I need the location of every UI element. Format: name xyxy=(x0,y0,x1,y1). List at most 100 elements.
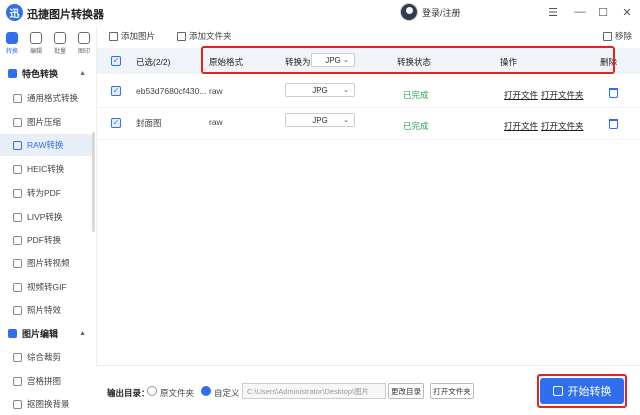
remove-button[interactable]: 移除 xyxy=(603,30,632,42)
sidebar-item-heic[interactable]: HEIC转换 xyxy=(0,158,94,180)
open-folder-link[interactable]: 打开文件夹 xyxy=(541,89,584,101)
delete-row-icon[interactable] xyxy=(609,119,618,129)
output-dir-label: 输出目录： xyxy=(107,388,150,398)
selected-count: 已选(2/2) xyxy=(136,57,171,67)
item-icon xyxy=(13,212,22,222)
item-icon xyxy=(13,258,22,268)
convert-to-select[interactable]: JPG ⌄ xyxy=(285,83,355,97)
sidebar-item-photo-effects[interactable]: 照片特效 xyxy=(0,299,94,321)
sidebar-item-label: 照片特效 xyxy=(27,305,62,315)
file-name: 封面图 xyxy=(136,118,162,128)
output-path-field[interactable]: C:\Users\Administrator\Desktop\图片 xyxy=(242,383,386,399)
row-checkbox[interactable]: ✓ xyxy=(111,86,121,96)
radio-custom[interactable] xyxy=(201,386,211,396)
watermark-icon xyxy=(78,31,90,44)
section-label: 特色转换 xyxy=(22,68,59,79)
sidebar-item-label: HEIC转换 xyxy=(27,164,65,174)
sidebar-item-label: 转为PDF xyxy=(27,188,62,198)
file-name: eb53d7680cf430... xyxy=(136,86,207,96)
add-image-label: 添加图片 xyxy=(121,31,156,41)
tab-label: 批量 xyxy=(53,48,66,55)
trash-icon xyxy=(603,31,612,41)
select-all-checkbox[interactable]: ✓ xyxy=(111,56,121,66)
open-folder-link[interactable]: 打开文件夹 xyxy=(541,120,584,132)
radio-source-label: 原文件夹 xyxy=(160,388,195,398)
sidebar-item-label: 宫格拼图 xyxy=(27,376,62,386)
sidebar-item-label: 视频转GIF xyxy=(27,282,67,292)
item-icon xyxy=(13,305,22,315)
sidebar-item-general-convert[interactable]: 通用格式转换 xyxy=(0,87,94,109)
tab-label: 编辑 xyxy=(29,48,42,55)
chevron-down-icon: ⌄ xyxy=(343,87,349,94)
add-folder-label: 添加文件夹 xyxy=(189,31,232,41)
select-value: JPG xyxy=(312,115,328,125)
item-icon xyxy=(13,188,22,198)
highlight-box-start xyxy=(537,374,627,408)
row-checkbox[interactable]: ✓ xyxy=(111,118,121,128)
sidebar-item-cutout[interactable]: 抠图换背景 xyxy=(0,393,94,415)
user-avatar-icon[interactable] xyxy=(400,3,418,21)
sidebar-item-crop[interactable]: 综合裁剪 xyxy=(0,346,94,368)
sidebar-section-image-edit[interactable]: 图片编辑 ▲ xyxy=(0,322,94,344)
sidebar-scrollbar[interactable] xyxy=(92,132,95,232)
select-value: JPG xyxy=(312,85,328,95)
sidebar-item-to-pdf[interactable]: 转为PDF xyxy=(0,182,94,204)
item-icon xyxy=(13,235,22,245)
sidebar-item-livp[interactable]: LIVP转换 xyxy=(0,206,94,228)
table-row: ✓ 封面图 raw JPG ⌄ 已完成 打开文件 打开文件夹 xyxy=(97,108,640,140)
add-folder-button[interactable]: 添加文件夹 xyxy=(177,30,232,42)
sidebar-item-grid-collage[interactable]: 宫格拼图 xyxy=(0,370,94,392)
tab-edit[interactable]: 编辑 xyxy=(24,26,48,60)
radio-source-folder[interactable] xyxy=(147,386,157,396)
section-icon xyxy=(8,68,17,78)
sidebar-item-pdf-convert[interactable]: PDF转换 xyxy=(0,229,94,251)
sidebar-item-video-to-gif[interactable]: 视频转GIF xyxy=(0,276,94,298)
login-area[interactable]: 登录/注册 xyxy=(400,3,461,21)
menu-icon[interactable]: ☰ xyxy=(546,5,560,19)
login-link[interactable]: 登录/注册 xyxy=(422,6,461,19)
sidebar: 特色转换 ▲ 通用格式转换 图片压缩 RAW转换 HEIC转换 转为PDF LI… xyxy=(0,60,96,415)
add-image-button[interactable]: 添加图片 xyxy=(109,30,155,42)
tab-watermark[interactable]: 图印 xyxy=(72,26,96,60)
sidebar-item-label: PDF转换 xyxy=(27,235,62,245)
item-icon xyxy=(13,93,22,103)
change-dir-button[interactable]: 更改目录 xyxy=(388,383,424,399)
sidebar-item-label: 抠图换背景 xyxy=(27,399,70,409)
edit-icon xyxy=(30,31,42,44)
sidebar-item-raw[interactable]: RAW转换 xyxy=(0,134,94,156)
open-file-link[interactable]: 打开文件 xyxy=(504,120,538,132)
tab-label: 转换 xyxy=(5,48,18,55)
table-row: ✓ eb53d7680cf430... raw JPG ⌄ 已完成 打开文件 打… xyxy=(97,76,640,108)
item-icon xyxy=(13,164,22,174)
app-title: 迅捷图片转换器 xyxy=(27,9,104,21)
section-icon xyxy=(8,328,17,338)
sidebar-item-compress[interactable]: 图片压缩 xyxy=(0,111,94,133)
top-nav-tabs: 转换 编辑 批量 图印 xyxy=(0,26,96,60)
collapse-icon[interactable]: ▲ xyxy=(79,70,86,77)
open-output-folder-button[interactable]: 打开文件夹 xyxy=(430,383,474,399)
tab-convert[interactable]: 转换 xyxy=(0,26,24,60)
file-format: raw xyxy=(209,117,223,127)
output-bar: 输出目录： 原文件夹 自定义 C:\Users\Administrator\De… xyxy=(96,365,640,415)
collapse-icon[interactable]: ▲ xyxy=(79,330,86,337)
item-icon xyxy=(13,282,22,292)
open-file-link[interactable]: 打开文件 xyxy=(504,89,538,101)
tab-batch[interactable]: 批量 xyxy=(48,26,72,60)
item-icon xyxy=(13,376,22,386)
item-icon xyxy=(13,117,22,127)
convert-to-select[interactable]: JPG ⌄ xyxy=(285,113,355,127)
item-icon xyxy=(13,140,22,150)
minimize-icon[interactable]: — xyxy=(573,5,587,19)
sidebar-item-image-to-video[interactable]: 图片转视频 xyxy=(0,252,94,274)
tab-label: 图印 xyxy=(77,48,90,55)
highlight-box-header xyxy=(201,46,615,74)
sidebar-item-label: LIVP转换 xyxy=(27,212,63,222)
sidebar-item-label: 图片压缩 xyxy=(27,117,62,127)
remove-label: 移除 xyxy=(615,31,633,41)
maximize-icon[interactable]: ☐ xyxy=(596,5,610,19)
delete-row-icon[interactable] xyxy=(609,88,618,98)
radio-custom-label: 自定义 xyxy=(214,388,240,398)
close-icon[interactable]: ✕ xyxy=(620,5,634,19)
sidebar-section-feature-convert[interactable]: 特色转换 ▲ xyxy=(0,62,94,84)
file-format: raw xyxy=(209,86,223,96)
